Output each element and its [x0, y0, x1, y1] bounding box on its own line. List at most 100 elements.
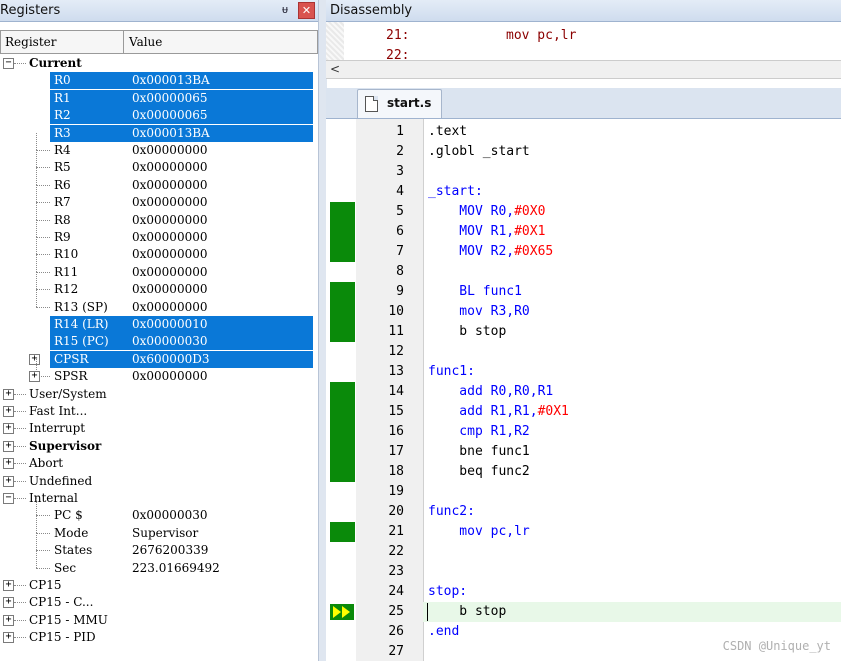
register-row[interactable]: R14 (LR) 0x00000010	[50, 316, 313, 333]
expand-icon[interactable]: +	[3, 597, 14, 608]
expand-icon[interactable]: +	[3, 580, 14, 591]
code-line[interactable]: 6 MOV R1,#0X1	[326, 222, 841, 242]
register-row[interactable]: R11 0x00000000	[0, 255, 318, 281]
register-row[interactable]: R4 0x00000000	[0, 133, 318, 159]
register-value[interactable]: 0x00000000	[132, 142, 207, 159]
expand-icon[interactable]: +	[29, 354, 40, 365]
register-row[interactable]: R15 (PC) 0x00000030	[50, 333, 313, 350]
register-row[interactable]: + Interrupt	[0, 420, 318, 437]
code-line[interactable]: 20 func2:	[326, 502, 841, 522]
register-value[interactable]: 0x00000000	[132, 368, 207, 385]
register-row[interactable]: R3 0x000013BA	[50, 125, 313, 142]
code-line[interactable]: 9 BL func1	[326, 282, 841, 302]
close-icon[interactable]: ✕	[298, 2, 315, 19]
register-row[interactable]: + Abort	[0, 455, 318, 472]
code-line[interactable]: 3	[326, 162, 841, 182]
collapse-icon[interactable]: −	[3, 58, 14, 69]
register-value[interactable]: 0x00000000	[132, 246, 207, 263]
register-row[interactable]: R2 0x00000065	[50, 107, 313, 124]
code-line[interactable]: 25 b stop	[388, 602, 841, 622]
code-line[interactable]: 2 .globl _start	[326, 142, 841, 162]
register-value[interactable]: 0x000013BA	[132, 72, 210, 89]
code-line[interactable]: 16 cmp R1,R2	[326, 422, 841, 442]
register-row[interactable]: + CP15 - MMU	[0, 612, 318, 629]
register-value[interactable]: 0x00000010	[132, 316, 207, 333]
code-line[interactable]: 18 beq func2	[326, 462, 841, 482]
code-line[interactable]: 4 _start:	[326, 182, 841, 202]
code-line[interactable]: 5 MOV R0,#0X0	[326, 202, 841, 222]
register-value[interactable]: 0x00000065	[132, 107, 207, 124]
code-line[interactable]: 22	[326, 542, 841, 562]
expand-icon[interactable]: +	[3, 476, 14, 487]
register-value[interactable]: 0x00000000	[132, 177, 207, 194]
code-line[interactable]: 11 b stop	[326, 322, 841, 342]
expand-icon[interactable]: +	[3, 458, 14, 469]
register-value[interactable]: 0x600000D3	[132, 351, 209, 368]
code-editor[interactable]: 1 .text 2 .globl _start 3 4 _start: 5 MOV R0,#0…	[326, 119, 841, 661]
register-row[interactable]: R0 0x000013BA	[50, 72, 313, 89]
register-row[interactable]: + Undefined	[0, 473, 318, 490]
register-row[interactable]: PC $ 0x00000030	[0, 498, 318, 524]
code-line[interactable]: 23	[326, 562, 841, 582]
pin-icon[interactable]: ᵾ	[278, 2, 292, 18]
register-row[interactable]: R7 0x00000000	[0, 185, 318, 211]
expand-icon[interactable]: +	[3, 615, 14, 626]
register-value[interactable]: 0x00000030	[132, 333, 207, 350]
register-row[interactable]: + Fast Int...	[0, 403, 318, 420]
register-row[interactable]: States 2676200339	[0, 533, 318, 559]
register-value[interactable]: 0x000013BA	[132, 125, 210, 142]
register-row[interactable]: Mode Supervisor	[0, 516, 318, 542]
code-line[interactable]: 24 stop:	[326, 582, 841, 602]
register-row[interactable]: R9 0x00000000	[0, 220, 318, 246]
register-row[interactable]: + CP15 - C...	[0, 594, 318, 611]
register-value[interactable]: 223.01669492	[132, 560, 220, 577]
register-row[interactable]: R6 0x00000000	[0, 168, 318, 194]
column-register[interactable]: Register	[1, 31, 124, 53]
horizontal-scrollbar[interactable]: <	[326, 60, 841, 79]
register-value[interactable]: 0x00000000	[132, 299, 207, 316]
disassembly-view[interactable]: 21: mov pc,lr 22:	[326, 22, 841, 60]
register-value[interactable]: 2676200339	[132, 542, 208, 559]
code-line[interactable]: 10 mov R3,R0	[326, 302, 841, 322]
register-row[interactable]: − Internal	[0, 490, 318, 507]
code-line[interactable]: 21 mov pc,lr	[326, 522, 841, 542]
scroll-left-icon[interactable]: <	[330, 61, 340, 78]
code-line[interactable]: 15 add R1,R1,#0X1	[326, 402, 841, 422]
code-line[interactable]: 14 add R0,R0,R1	[326, 382, 841, 402]
column-value[interactable]: Value	[125, 31, 315, 53]
expand-icon[interactable]: +	[3, 423, 14, 434]
expand-icon[interactable]: +	[3, 389, 14, 400]
collapse-icon[interactable]: −	[3, 493, 14, 504]
tab-start-s[interactable]: start.s	[357, 89, 442, 118]
register-row[interactable]: + CPSR 0x600000D3	[29, 351, 313, 368]
register-row[interactable]: R13 (SP) 0x00000000	[0, 290, 318, 316]
register-value[interactable]: 0x00000000	[132, 281, 207, 298]
register-value[interactable]: 0x00000000	[132, 212, 207, 229]
register-row[interactable]: + CP15 - PID	[0, 629, 318, 646]
register-value[interactable]: 0x00000000	[132, 229, 207, 246]
expand-icon[interactable]: +	[3, 632, 14, 643]
register-row[interactable]: + CP15	[0, 577, 318, 594]
expand-icon[interactable]: +	[29, 371, 40, 382]
code-line[interactable]: 7 MOV R2,#0X65	[326, 242, 841, 262]
register-row[interactable]: + SPSR 0x00000000	[0, 359, 318, 385]
code-line[interactable]: 17 bne func1	[326, 442, 841, 462]
code-line[interactable]: 13 func1:	[326, 362, 841, 382]
code-line[interactable]: 19	[326, 482, 841, 502]
register-value[interactable]: 0x00000000	[132, 194, 207, 211]
register-row[interactable]: + User/System	[0, 386, 318, 403]
register-row[interactable]: Sec 223.01669492	[0, 551, 318, 577]
register-row[interactable]: R5 0x00000000	[0, 150, 318, 176]
code-line[interactable]: 1 .text	[326, 122, 841, 142]
expand-icon[interactable]: +	[3, 406, 14, 417]
register-value[interactable]: 0x00000030	[132, 507, 207, 524]
code-line[interactable]: 12	[326, 342, 841, 362]
register-row[interactable]: R1 0x00000065	[50, 90, 313, 107]
register-row[interactable]: R12 0x00000000	[0, 272, 318, 298]
code-line[interactable]: 8	[326, 262, 841, 282]
register-value[interactable]: 0x00000065	[132, 90, 207, 107]
register-row[interactable]: R8 0x00000000	[0, 203, 318, 229]
register-value[interactable]: 0x00000000	[132, 264, 207, 281]
register-value[interactable]: 0x00000000	[132, 159, 207, 176]
register-value[interactable]: Supervisor	[132, 525, 198, 542]
